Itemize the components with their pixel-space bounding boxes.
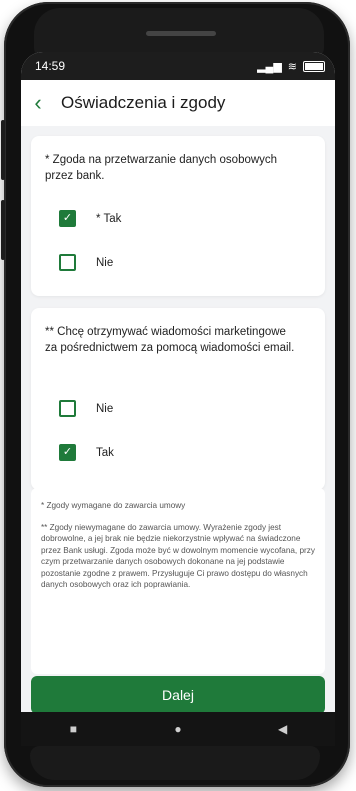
wifi-icon: ≋ — [287, 60, 297, 73]
page-header: ‹ Oświadczenia i zgody — [21, 80, 335, 126]
phone-speaker — [146, 31, 216, 36]
recent-apps-icon[interactable]: ■ — [53, 722, 93, 736]
consent-option-label: * Tak — [96, 212, 122, 225]
phone-bottom-chin — [30, 746, 320, 780]
consent-option-label: Nie — [96, 256, 114, 269]
checkbox-unchecked-icon[interactable] — [59, 400, 76, 417]
checkbox-checked-icon[interactable]: ✓ — [59, 210, 76, 227]
status-icons: ▂▄▆ ≋ — [257, 60, 325, 73]
marketing-option[interactable]: ✓ Tak — [59, 444, 114, 461]
checkbox-checked-icon[interactable]: ✓ — [59, 444, 76, 461]
signal-icon: ▂▄▆ — [257, 60, 282, 73]
page-title: Oświadczenia i zgody — [61, 93, 226, 112]
marketing-option-label: Tak — [96, 446, 114, 459]
status-time: 14:59 — [35, 59, 66, 73]
home-icon[interactable]: ● — [158, 722, 198, 736]
consent-question: * Zgoda na przetwarzanie danych osobowyc… — [45, 154, 278, 182]
chevron-left-icon[interactable]: ‹ — [21, 92, 55, 114]
side-button-power — [1, 200, 5, 260]
consent-card: * Zgoda na przetwarzanie danych osobowyc… — [31, 136, 325, 296]
status-bar: 14:59 ▂▄▆ ≋ — [21, 52, 335, 80]
app-screen: 14:59 ▂▄▆ ≋ ‹ Oświadczenia i zgody * Zgo… — [21, 52, 335, 733]
side-button-volume — [1, 120, 5, 180]
marketing-option[interactable]: Nie — [59, 400, 113, 417]
marketing-question: ** Chcę otrzymywać wiadomości marketingo… — [45, 326, 295, 354]
system-navbar: ■ ● ◀ — [21, 712, 335, 746]
marketing-option-label: Nie — [96, 402, 114, 415]
consent-option[interactable]: Nie — [59, 254, 113, 271]
info-optional-note: ** Zgody niewymagane do zawarcia umowy. … — [41, 523, 315, 590]
checkbox-unchecked-icon[interactable] — [59, 254, 76, 271]
back-icon[interactable]: ◀ — [263, 722, 303, 736]
info-required-note: * Zgody wymagane do zawarcia umowy — [41, 501, 186, 510]
battery-icon — [303, 60, 325, 72]
marketing-card: ** Chcę otrzymywać wiadomości marketingo… — [31, 308, 325, 490]
info-box: * Zgody wymagane do zawarcia umowy ** Zg… — [31, 488, 325, 674]
consent-option[interactable]: ✓ * Tak — [59, 210, 121, 227]
next-button[interactable]: Dalej — [31, 676, 325, 714]
